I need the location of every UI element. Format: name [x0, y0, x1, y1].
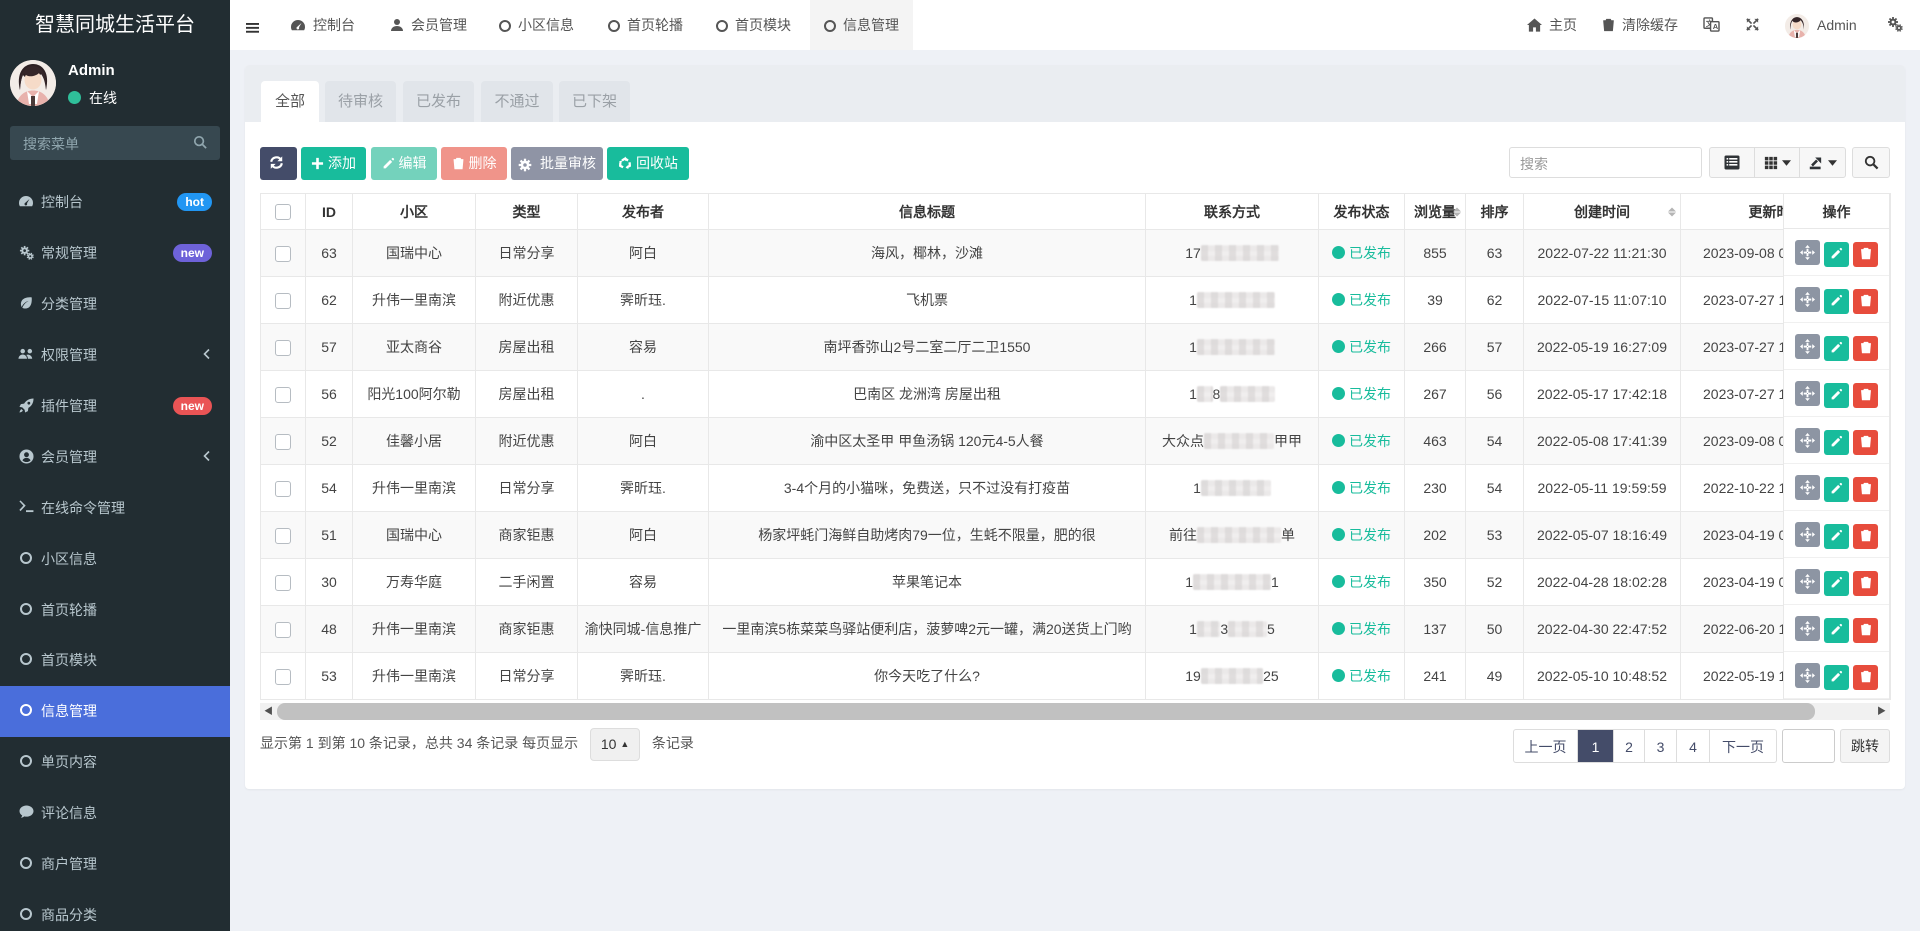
svg-text:A: A: [1713, 22, 1719, 31]
